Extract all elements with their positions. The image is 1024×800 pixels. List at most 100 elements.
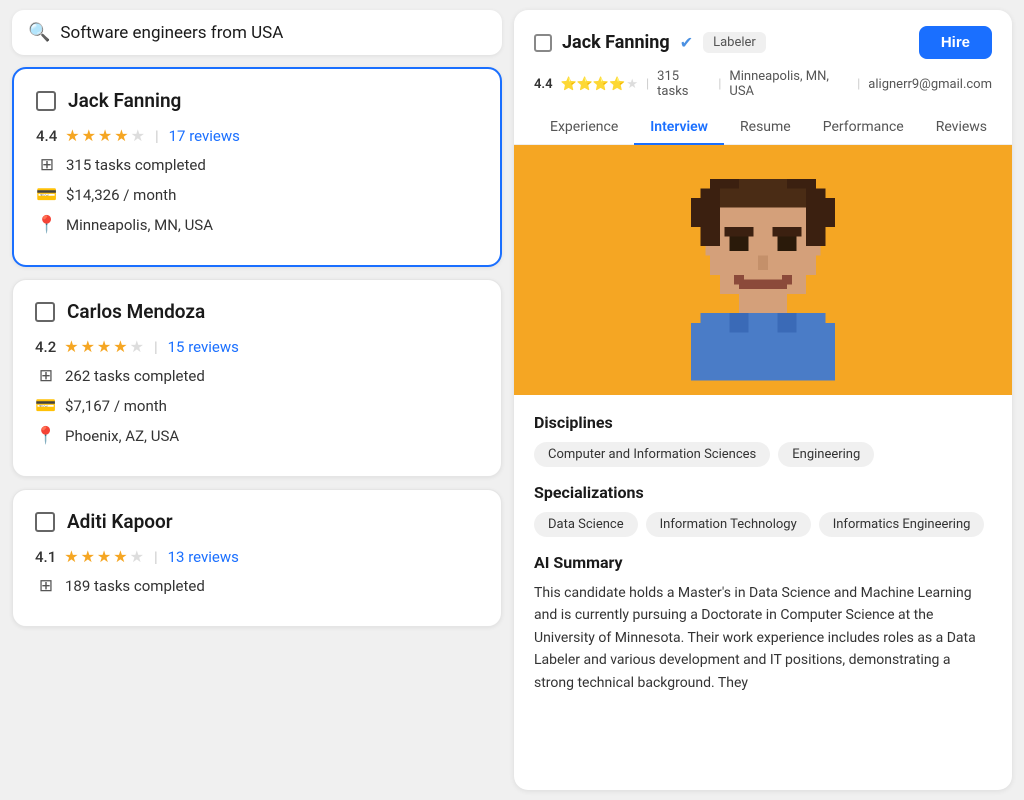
tab-resume[interactable]: Resume xyxy=(724,111,807,145)
specialization-tag: Information Technology xyxy=(646,512,811,537)
tab-interview[interactable]: Interview xyxy=(634,111,724,145)
profile-name: Jack Fanning xyxy=(562,32,670,53)
star-3: ★ xyxy=(113,337,127,356)
card-tasks: 315 tasks completed xyxy=(66,156,206,174)
star-1: ★ xyxy=(82,126,96,145)
card-salary-row: 💳 $7,167 / month xyxy=(35,396,479,416)
star-3: ★ xyxy=(113,547,127,566)
search-icon: 🔍 xyxy=(28,22,50,43)
specializations-tags: Data Science Information Technology Inform… xyxy=(534,512,992,537)
card-checkbox[interactable] xyxy=(35,302,55,322)
pixel-avatar xyxy=(643,150,883,390)
card-location-row: 📍 Minneapolis, MN, USA xyxy=(36,215,478,235)
card-rating: 4.2 xyxy=(35,338,56,356)
profile-top: Jack Fanning ✔ Labeler Hire xyxy=(534,26,992,59)
card-tasks-row: ⊞ 189 tasks completed xyxy=(35,576,479,596)
star-0: ★ xyxy=(64,337,78,356)
star-4: ★ xyxy=(130,337,144,356)
ai-summary-title: AI Summary xyxy=(534,553,992,572)
profile-content: Disciplines Computer and Information Sci… xyxy=(514,395,1012,712)
star-2: ★ xyxy=(97,337,111,356)
star-4: ★ xyxy=(131,126,145,145)
card-salary: $7,167 / month xyxy=(65,397,167,415)
discipline-tag: Computer and Information Sciences xyxy=(534,442,770,467)
specializations-title: Specializations xyxy=(534,483,992,502)
card-name: Carlos Mendoza xyxy=(67,300,205,323)
card-tasks-row: ⊞ 262 tasks completed xyxy=(35,366,479,386)
disciplines-tags: Computer and Information Sciences Enginee… xyxy=(534,442,992,467)
star-0: ★ xyxy=(64,547,78,566)
candidate-card-carlos-mendoza[interactable]: Carlos Mendoza 4.2 ★★★★★ | 15 reviews ⊞ … xyxy=(12,279,502,477)
card-rating-row: 4.4 ★★★★★ | 17 reviews xyxy=(36,126,478,145)
profile-badge: Labeler xyxy=(703,32,766,53)
meta-sep2: | xyxy=(718,77,721,92)
profile-header: Jack Fanning ✔ Labeler Hire 4.4 ⭐⭐⭐⭐★ | … xyxy=(514,10,1012,145)
search-bar[interactable]: 🔍 Software engineers from USA xyxy=(12,10,502,55)
card-tasks-row: ⊞ 315 tasks completed xyxy=(36,155,478,175)
card-reviews[interactable]: 17 reviews xyxy=(169,127,240,145)
specialization-tag: Informatics Engineering xyxy=(819,512,985,537)
meta-sep1: | xyxy=(646,77,649,92)
candidate-card-aditi-kapoor[interactable]: Aditi Kapoor 4.1 ★★★★★ | 13 reviews ⊞ 18… xyxy=(12,489,502,627)
profile-identity: Jack Fanning ✔ Labeler xyxy=(534,32,766,53)
card-stars: ★★★★★ xyxy=(64,337,144,356)
right-panel: Jack Fanning ✔ Labeler Hire 4.4 ⭐⭐⭐⭐★ | … xyxy=(514,10,1012,790)
profile-tabs: ExperienceInterviewResumePerformanceRevi… xyxy=(534,111,992,144)
card-header: Jack Fanning xyxy=(36,89,478,112)
card-header: Aditi Kapoor xyxy=(35,510,479,533)
card-stars: ★★★★★ xyxy=(65,126,145,145)
search-query: Software engineers from USA xyxy=(60,23,283,43)
location-icon: 📍 xyxy=(35,426,57,446)
profile-tasks: 315 tasks xyxy=(657,69,710,99)
meta-sep3: | xyxy=(857,77,860,92)
card-rating: 4.1 xyxy=(35,548,56,566)
salary-icon: 💳 xyxy=(36,185,58,205)
salary-icon: 💳 xyxy=(35,396,57,416)
profile-rating: 4.4 xyxy=(534,77,553,92)
star-1: ★ xyxy=(81,547,95,566)
ai-summary-text: This candidate holds a Master's in Data … xyxy=(534,582,992,694)
discipline-tag: Engineering xyxy=(778,442,874,467)
card-checkbox[interactable] xyxy=(35,512,55,532)
card-name: Jack Fanning xyxy=(68,89,181,112)
card-reviews[interactable]: 13 reviews xyxy=(168,548,239,566)
card-header: Carlos Mendoza xyxy=(35,300,479,323)
card-tasks: 189 tasks completed xyxy=(65,577,205,595)
candidate-card-jack-fanning[interactable]: Jack Fanning 4.4 ★★★★★ | 17 reviews ⊞ 31… xyxy=(12,67,502,267)
tasks-icon: ⊞ xyxy=(36,155,58,175)
profile-image xyxy=(514,145,1012,395)
tab-performance[interactable]: Performance xyxy=(807,111,920,145)
star-3: ★ xyxy=(114,126,128,145)
location-icon: 📍 xyxy=(36,215,58,235)
profile-meta: 4.4 ⭐⭐⭐⭐★ | 315 tasks | Minneapolis, MN,… xyxy=(534,69,992,99)
card-salary: $14,326 / month xyxy=(66,186,176,204)
profile-checkbox[interactable] xyxy=(534,34,552,52)
left-panel: 🔍 Software engineers from USA Jack Fanni… xyxy=(12,10,502,790)
card-checkbox[interactable] xyxy=(36,91,56,111)
card-stars: ★★★★★ xyxy=(64,547,144,566)
card-location: Minneapolis, MN, USA xyxy=(66,216,213,234)
tasks-icon: ⊞ xyxy=(35,576,57,596)
card-rating: 4.4 xyxy=(36,127,57,145)
card-rating-row: 4.1 ★★★★★ | 13 reviews xyxy=(35,547,479,566)
tab-experience[interactable]: Experience xyxy=(534,111,634,145)
card-rating-row: 4.2 ★★★★★ | 15 reviews xyxy=(35,337,479,356)
profile-location: Minneapolis, MN, USA xyxy=(729,69,849,99)
card-reviews[interactable]: 15 reviews xyxy=(168,338,239,356)
star-2: ★ xyxy=(97,547,111,566)
star-4: ★ xyxy=(130,547,144,566)
star-1: ★ xyxy=(81,337,95,356)
profile-stars: ⭐⭐⭐⭐★ xyxy=(561,77,638,92)
star-2: ★ xyxy=(98,126,112,145)
tab-reviews[interactable]: Reviews xyxy=(920,111,1003,145)
card-location-row: 📍 Phoenix, AZ, USA xyxy=(35,426,479,446)
profile-email: alignerr9@gmail.com xyxy=(868,77,992,92)
card-salary-row: 💳 $14,326 / month xyxy=(36,185,478,205)
candidates-list: Jack Fanning 4.4 ★★★★★ | 17 reviews ⊞ 31… xyxy=(12,67,502,639)
star-0: ★ xyxy=(65,126,79,145)
specialization-tag: Data Science xyxy=(534,512,638,537)
profile-body: Disciplines Computer and Information Sci… xyxy=(514,145,1012,790)
verified-icon: ✔ xyxy=(680,33,693,52)
hire-button[interactable]: Hire xyxy=(919,26,992,59)
tasks-icon: ⊞ xyxy=(35,366,57,386)
